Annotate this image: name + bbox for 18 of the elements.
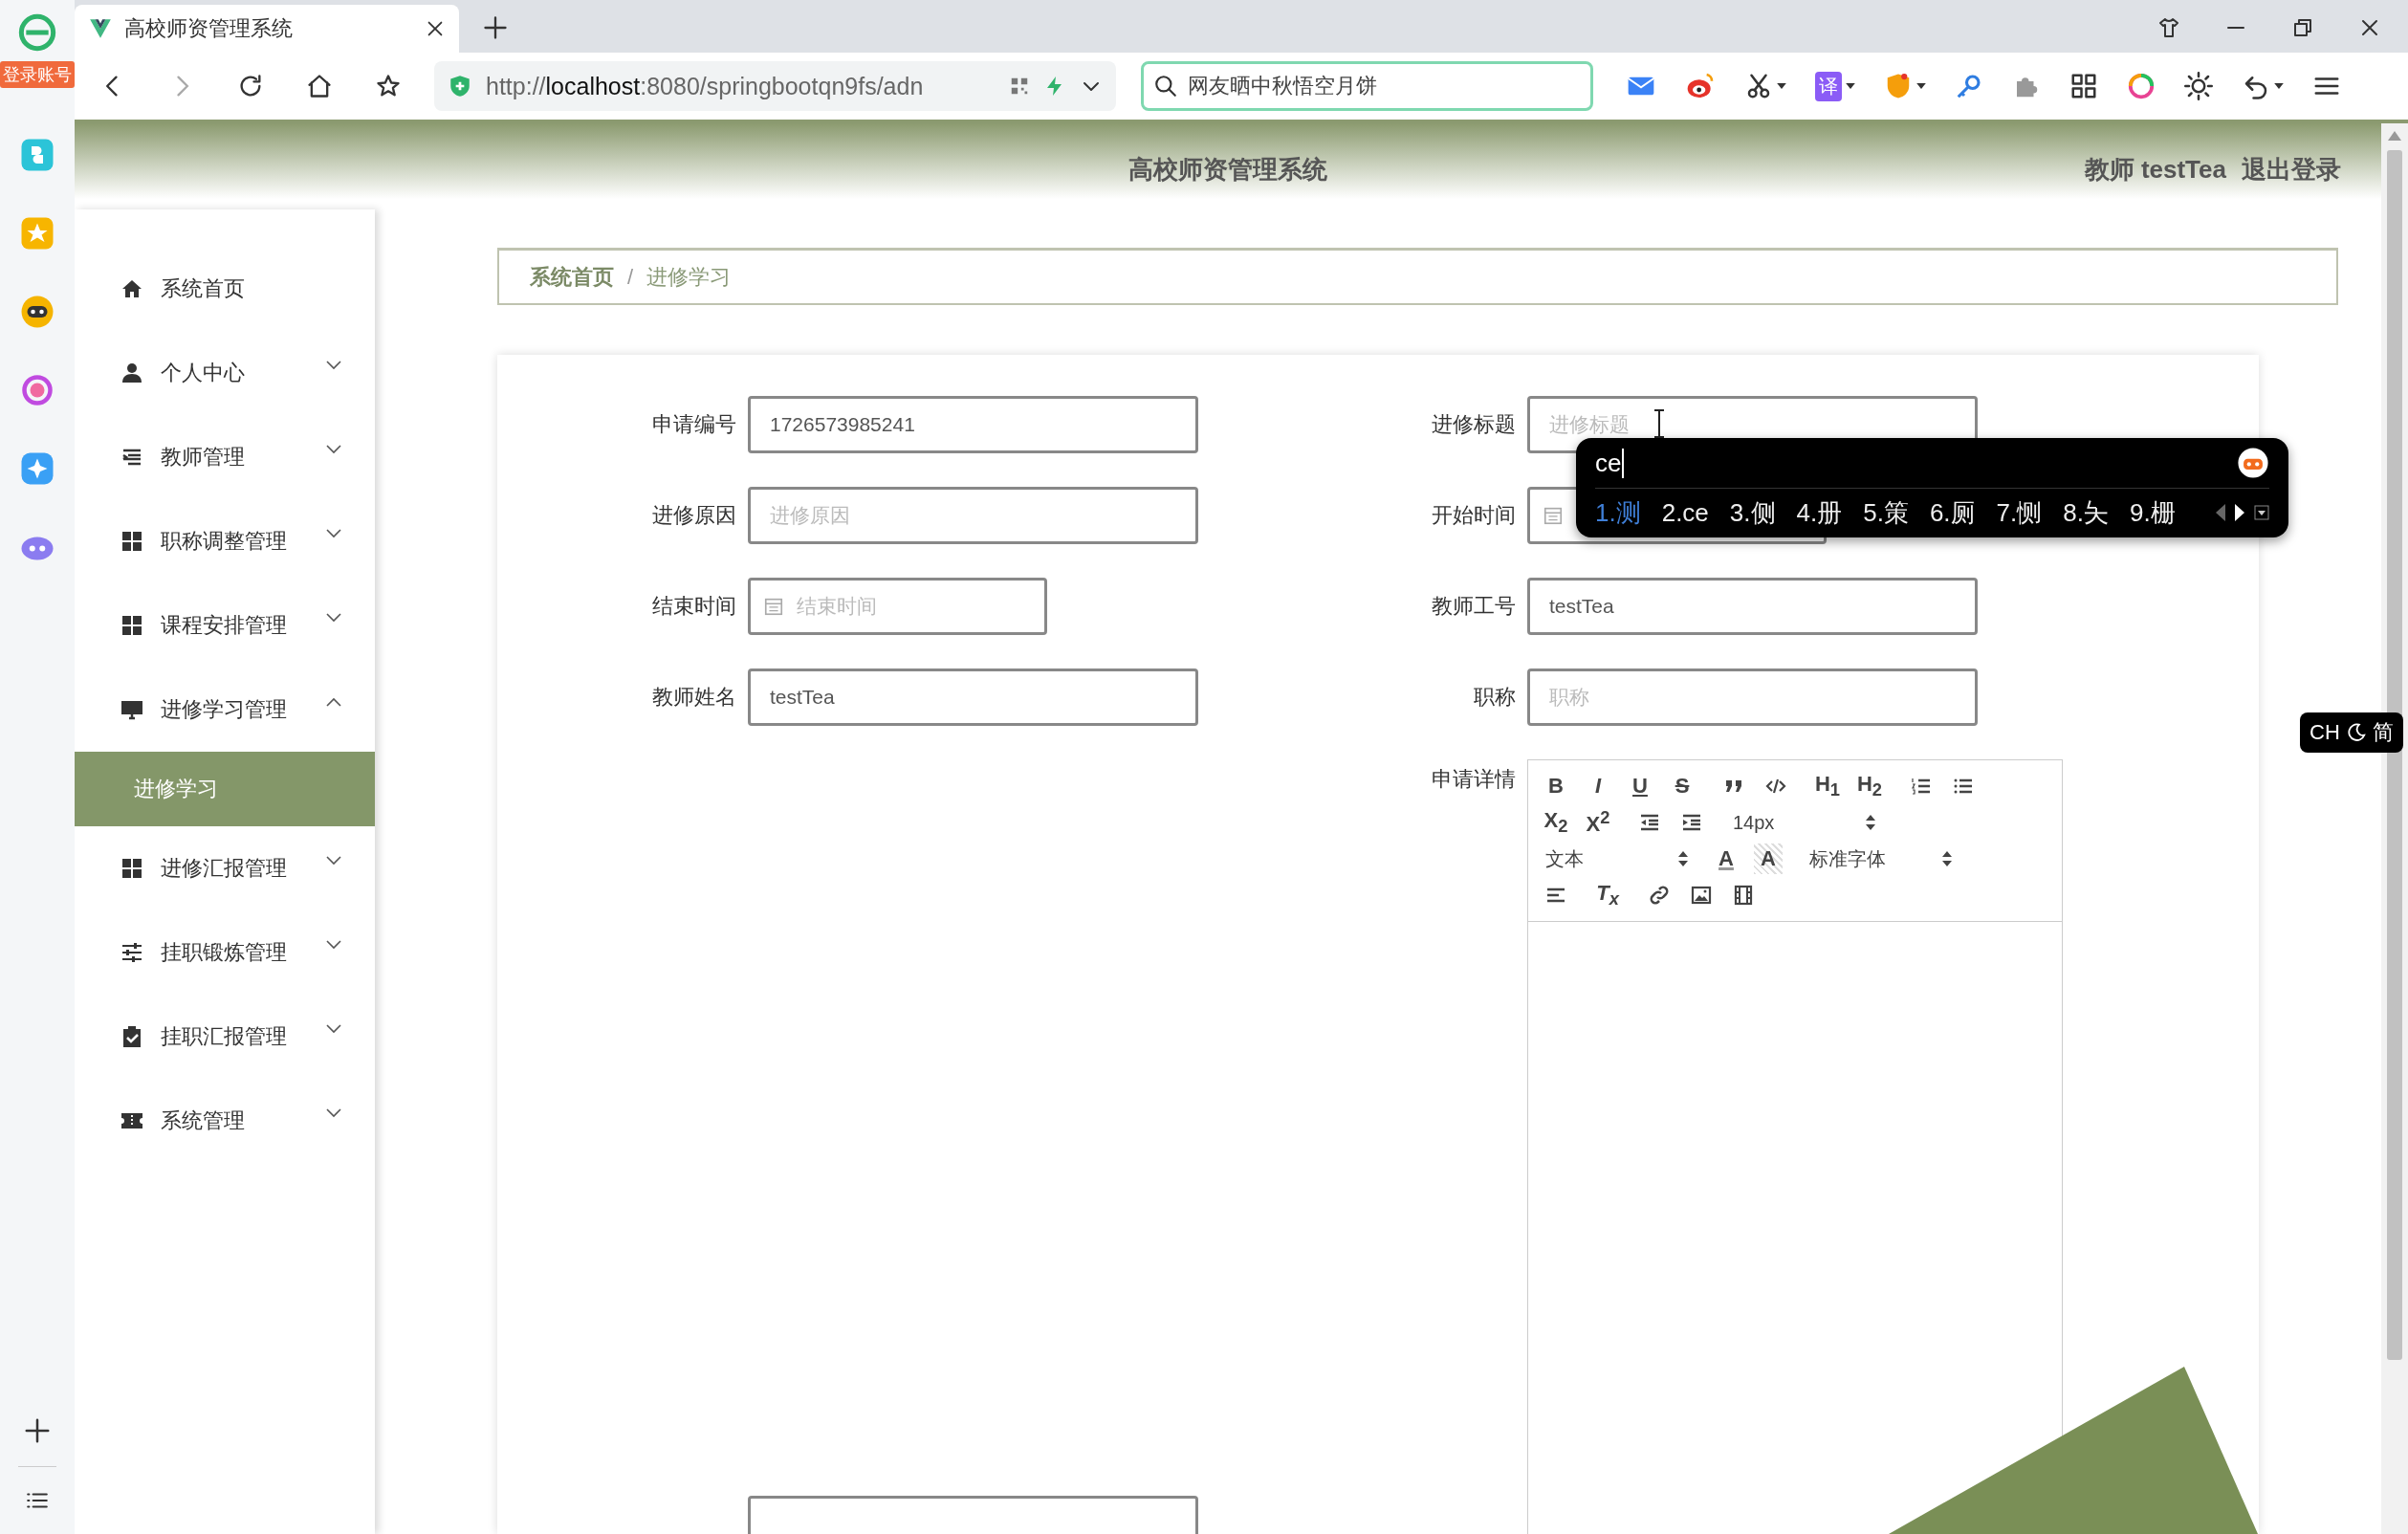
field-label: 结束时间	[651, 593, 737, 620]
field-label: 申请编号	[651, 411, 737, 438]
tab-title: 高校师资管理系统	[124, 15, 294, 42]
address-text: http://localhost:8080/springbootqn9fs/adn	[486, 72, 925, 100]
field-label: 教师工号	[1431, 593, 1517, 620]
user-name: 教师 testTea	[2084, 153, 2226, 186]
field-label: 开始时间	[1431, 502, 1517, 529]
search-text: 网友晒中秋悟空月饼	[1188, 73, 1377, 99]
app-title: 高校师资管理系统	[1128, 153, 1327, 186]
field-label: 教师姓名	[651, 684, 737, 711]
field-label: 职称	[1473, 684, 1517, 711]
field-label: 进修标题	[1431, 411, 1517, 438]
breadcrumb-separator: /	[627, 264, 634, 290]
ime-composition: ce	[1595, 448, 1625, 478]
language-code: CH	[2309, 720, 2340, 745]
input-mode: 简	[2372, 719, 2394, 746]
field-label: 申请详情	[1431, 766, 1517, 793]
field-label: 进修原因	[651, 502, 737, 529]
